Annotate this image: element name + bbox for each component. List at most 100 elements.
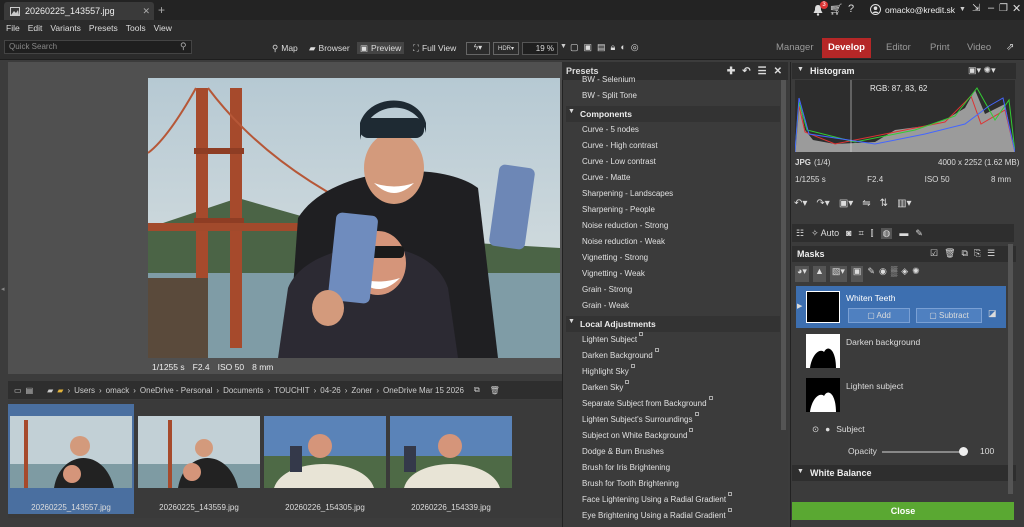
image-tools-icon[interactable]: ▣▾ bbox=[839, 198, 853, 209]
local-adjustment-item[interactable]: Brush for Iris Brightening bbox=[582, 460, 670, 476]
invert-icon[interactable]: ◪ bbox=[988, 308, 997, 319]
menu-variants[interactable]: Variants bbox=[50, 23, 81, 33]
thumbnail[interactable]: 20260226_154339.jpg bbox=[388, 404, 514, 514]
fill-icon[interactable]: ▣ bbox=[584, 42, 593, 53]
breadcrumb-users[interactable]: Users bbox=[74, 386, 95, 395]
zoom-input[interactable]: 19 % bbox=[522, 42, 558, 55]
preset-item[interactable]: Sharpening - People bbox=[582, 202, 655, 218]
preset-item[interactable]: Curve - Matte bbox=[582, 170, 630, 186]
background-mask-icon[interactable]: ▧▾ bbox=[829, 266, 847, 282]
hdr-icon[interactable]: HDR▾ bbox=[493, 42, 519, 55]
histogram-options-icon[interactable]: ▣▾ ✺▾ bbox=[968, 65, 996, 76]
mask-item-whiten-teeth[interactable]: Whiten Teeth ▢ Add ▢ Subtract ◪ bbox=[796, 286, 1006, 328]
flip-icon[interactable]: ⇋ bbox=[862, 198, 870, 209]
zoom-dropdown-icon[interactable]: ▼ bbox=[560, 43, 567, 50]
sky-mask-icon[interactable]: ▲ bbox=[812, 266, 826, 282]
camera-icon[interactable]: ◙ bbox=[846, 228, 851, 238]
preset-item[interactable]: Vignetting - Strong bbox=[582, 250, 648, 266]
rotate-icon[interactable]: ↶▾ bbox=[794, 198, 807, 209]
tab-video[interactable]: Video bbox=[961, 38, 997, 58]
flash-icon[interactable]: ϟ▾ bbox=[466, 42, 490, 55]
add-preset-icon[interactable]: ✚ bbox=[727, 66, 735, 77]
fit-icon[interactable]: ▢ bbox=[570, 42, 579, 53]
mirror-icon[interactable]: ⇅ bbox=[880, 198, 888, 209]
gradient-icon[interactable]: ▬ bbox=[899, 228, 908, 238]
preset-item[interactable]: BW - Split Tone bbox=[582, 88, 637, 104]
mask-item-darken-background[interactable]: Darken background bbox=[796, 332, 1006, 376]
browser-button[interactable]: ▰ Browser bbox=[309, 42, 350, 54]
preset-item[interactable]: Curve - High contrast bbox=[582, 138, 658, 154]
save-icon[interactable]: ▥▾ bbox=[897, 198, 911, 209]
tab-manager[interactable]: Manager bbox=[770, 38, 820, 58]
add-mask-button[interactable]: ▢ Add bbox=[848, 308, 910, 323]
user-menu[interactable]: omacko@kredit.sk ▼ bbox=[870, 4, 966, 15]
local-adjustments-section[interactable]: Local Adjustments bbox=[566, 316, 780, 332]
gradient-mask-icon[interactable]: ▒ bbox=[891, 266, 897, 282]
preset-item[interactable]: Noise reduction - Strong bbox=[582, 218, 668, 234]
brush-icon[interactable]: ✎ bbox=[915, 228, 923, 239]
new-tab-icon[interactable]: + bbox=[158, 3, 165, 17]
subject-row[interactable]: ⊙ ● Subject bbox=[812, 424, 865, 435]
thumbnail[interactable]: 20260226_154305.jpg bbox=[262, 404, 388, 514]
components-section[interactable]: Components bbox=[566, 106, 780, 122]
preset-item[interactable]: Noise reduction - Weak bbox=[582, 234, 665, 250]
quick-search-input[interactable]: Quick Search bbox=[4, 40, 192, 54]
minimize-icon[interactable]: – bbox=[988, 2, 994, 14]
compare-icon[interactable]: ◐ bbox=[620, 42, 625, 53]
brush-mask-icon[interactable]: ✎ bbox=[867, 266, 875, 282]
breadcrumb-documents[interactable]: Documents bbox=[223, 386, 263, 395]
close-tab-icon[interactable]: ✕ bbox=[142, 6, 150, 17]
menu-icon[interactable]: ☰ bbox=[758, 66, 767, 77]
visibility-icon[interactable]: ⊙ bbox=[812, 424, 819, 435]
local-adjustment-item[interactable]: Darken Background bbox=[582, 348, 659, 364]
opacity-value[interactable]: 100 bbox=[980, 446, 994, 456]
new-folder-icon[interactable]: ▰ bbox=[47, 386, 53, 395]
delete-icon[interactable]: 🗑︎ bbox=[944, 248, 955, 259]
undo-icon[interactable]: ↶ bbox=[742, 66, 750, 77]
preset-item[interactable]: Sharpening - Landscapes bbox=[582, 186, 673, 202]
local-adjustment-item[interactable]: Eye Brightening Using a Radial Gradient bbox=[582, 508, 732, 524]
local-adjustment-item[interactable]: Lighten Subject bbox=[582, 332, 644, 348]
info-icon[interactable]: ◎ bbox=[631, 42, 639, 53]
preset-item[interactable]: BW - Selenium bbox=[582, 76, 635, 84]
menu-tools[interactable]: Tools bbox=[126, 23, 146, 33]
breadcrumb-onedrive[interactable]: OneDrive - Personal bbox=[140, 386, 212, 395]
subtract-mask-button[interactable]: ▢ Subtract bbox=[916, 308, 982, 323]
cart-icon[interactable]: 🛒︎ bbox=[829, 3, 843, 16]
breadcrumb-zoner[interactable]: Zoner bbox=[351, 386, 372, 395]
search-icon[interactable]: ⚲ bbox=[180, 41, 187, 52]
tab-editor[interactable]: Editor bbox=[880, 38, 917, 58]
local-adjustment-item[interactable]: Separate Subject from Background bbox=[582, 396, 713, 412]
menu-presets[interactable]: Presets bbox=[89, 23, 118, 33]
copy-icon[interactable]: ▭ bbox=[14, 386, 22, 395]
export-icon[interactable]: ▤ bbox=[26, 386, 34, 395]
local-adjustment-item[interactable]: Highlight Sky bbox=[582, 364, 635, 380]
subject-mask-icon[interactable]: ◕▾ bbox=[795, 266, 809, 282]
external-link-icon[interactable]: ⇗ bbox=[1006, 42, 1014, 53]
fullview-button[interactable]: ⛶ Full View bbox=[413, 42, 456, 54]
menu-view[interactable]: View bbox=[154, 23, 172, 33]
breadcrumb-omack[interactable]: omack bbox=[106, 386, 130, 395]
preset-item[interactable]: Grain - Strong bbox=[582, 282, 632, 298]
duplicate-icon[interactable]: ⧉ bbox=[474, 385, 480, 395]
layout-icon[interactable]: ⇲ bbox=[972, 3, 980, 14]
menu-edit[interactable]: Edit bbox=[28, 23, 43, 33]
preset-item[interactable]: Curve - 5 nodes bbox=[582, 122, 639, 138]
collapse-left-icon[interactable]: ◂ bbox=[1, 285, 5, 293]
local-adjustment-item[interactable]: Darken Sky bbox=[582, 380, 630, 396]
thumbnail[interactable]: 20260225_143559.jpg bbox=[136, 404, 262, 514]
opacity-slider[interactable] bbox=[882, 451, 964, 453]
menu-icon[interactable]: ☰ bbox=[987, 248, 995, 259]
maximize-icon[interactable]: ❐ bbox=[999, 3, 1008, 14]
local-adjustment-item[interactable]: Dodge & Burn Brushes bbox=[582, 444, 664, 460]
luminance-mask-icon[interactable]: ✺ bbox=[912, 266, 920, 282]
presets-scrollbar[interactable] bbox=[781, 80, 786, 430]
folder-icon[interactable]: ▰ bbox=[57, 386, 63, 395]
auto-button[interactable]: ✧ Auto bbox=[811, 228, 839, 239]
opacity-slider-knob[interactable] bbox=[959, 447, 968, 456]
preset-item[interactable]: Grain - Weak bbox=[582, 298, 629, 314]
local-adjustment-item[interactable]: Lighten Subject's Surroundings bbox=[582, 412, 699, 428]
radial-mask-icon[interactable]: ◉ bbox=[879, 266, 887, 282]
menu-file[interactable]: File bbox=[6, 23, 20, 33]
preview-button[interactable]: ▣ Preview bbox=[357, 42, 405, 54]
